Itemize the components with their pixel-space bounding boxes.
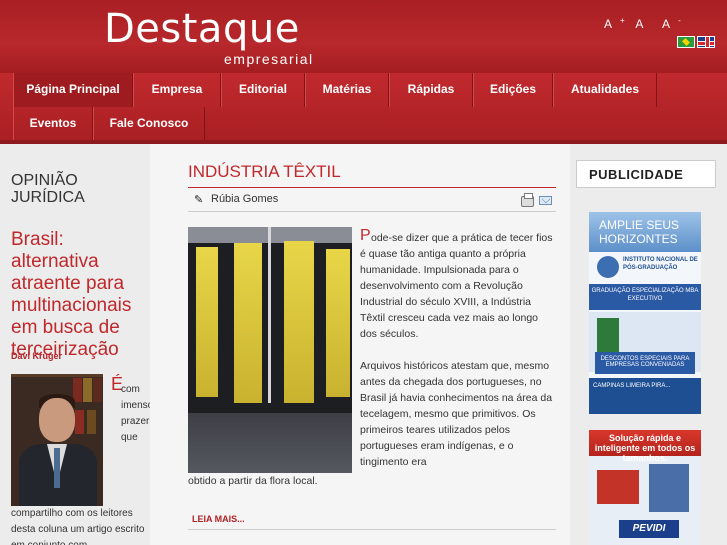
opiniao-juridica-column: OPINIÃO JURÍDICA Brasil: alternativa atr… <box>0 144 154 545</box>
opiniao-text-side: com imenso prazer que <box>121 384 154 443</box>
nav-item-fale-conosco[interactable]: Fale Conosco <box>93 107 205 141</box>
main-nav: Página Principal Empresa Editorial Matér… <box>0 73 727 142</box>
truck-graphic <box>597 470 639 504</box>
nav-item-eventos[interactable]: Eventos <box>13 107 93 141</box>
ad1-institute: INSTITUTO NACIONAL DE PÓS-GRADUAÇÃO <box>623 257 698 271</box>
ad-banner-inpg[interactable]: AMPLIE SEUS HORIZONTES INSTITUTO NACIONA… <box>589 212 701 414</box>
brazil-flag-icon[interactable] <box>677 36 695 48</box>
ad1-discount: DESCONTOS ESPECIAIS PARA EMPRESAS CONVEN… <box>595 352 695 374</box>
font-reset-button[interactable]: A <box>635 17 651 31</box>
nav-item-materias[interactable]: Matérias <box>305 73 389 107</box>
author-divider <box>188 211 556 212</box>
publicidade-title: PUBLICIDADE <box>589 167 684 182</box>
site-header: Destaque empresarial A + A A- <box>0 0 727 73</box>
opiniao-author: Davi Kruger <box>11 351 63 361</box>
nav-item-atualidades[interactable]: Atualidades <box>553 73 657 107</box>
nav-item-rapidas[interactable]: Rápidas <box>389 73 473 107</box>
sidebar-publicidade: PUBLICIDADE AMPLIE SEUS HORIZONTES INSTI… <box>570 144 727 545</box>
author-photo <box>11 374 103 506</box>
print-icon[interactable] <box>521 193 534 207</box>
email-icon[interactable] <box>539 196 552 205</box>
pen-icon: ✎ <box>194 194 204 206</box>
read-more-link[interactable]: LEIA MAIS... <box>192 514 245 524</box>
article-bottom-divider <box>188 529 556 530</box>
ad1-headline: AMPLIE SEUS HORIZONTES <box>589 212 701 252</box>
site-logo-subtitle: empresarial <box>224 51 314 67</box>
ad2-headline: Solução rápida e inteligente em todos os… <box>589 430 701 463</box>
title-divider <box>188 187 556 188</box>
nav-item-empresa[interactable]: Empresa <box>133 73 221 107</box>
ad1-band: GRADUAÇÃO ESPECIALIZAÇÃO MBA EXECUTIVO <box>589 284 701 310</box>
section-title: OPINIÃO JURÍDICA <box>11 172 85 206</box>
site-logo[interactable]: Destaque <box>104 6 300 52</box>
opiniao-headline-link[interactable]: Brasil: alternativa atraente para multin… <box>11 229 151 361</box>
pevidi-logo: PEVIDI <box>619 520 679 538</box>
article-title[interactable]: INDÚSTRIA TÊXTIL <box>188 162 341 182</box>
article-body-tail: obtido a partir da flora local. <box>188 475 318 487</box>
article-author: Rúbia Gomes <box>211 193 279 205</box>
uk-flag-icon[interactable] <box>697 36 715 48</box>
ad1-cities: CAMPINAS LIMEIRA PIRA... <box>589 378 701 414</box>
ad-banner-pevidi[interactable]: Solução rápida e inteligente em todos os… <box>589 430 701 545</box>
article-body: ode-se dizer que a prática de tecer fios… <box>360 232 553 468</box>
nav-item-editorial[interactable]: Editorial <box>221 73 305 107</box>
font-decrease-button[interactable]: A- <box>662 16 681 31</box>
main-article: INDÚSTRIA TÊXTIL ✎ Rúbia Gomes P ode-se … <box>150 144 570 545</box>
opiniao-text: compartilho com os leitores desta coluna… <box>11 508 145 545</box>
publicidade-header: PUBLICIDADE <box>576 160 716 188</box>
institute-logo-icon <box>597 256 619 278</box>
nav-item-edicoes[interactable]: Edições <box>473 73 553 107</box>
font-increase-button[interactable]: A + <box>604 16 625 31</box>
font-size-controls: A + A A- <box>604 16 689 31</box>
nav-item-pagina-principal[interactable]: Página Principal <box>13 73 133 107</box>
container-graphic <box>649 464 689 512</box>
article-photo <box>188 227 352 473</box>
